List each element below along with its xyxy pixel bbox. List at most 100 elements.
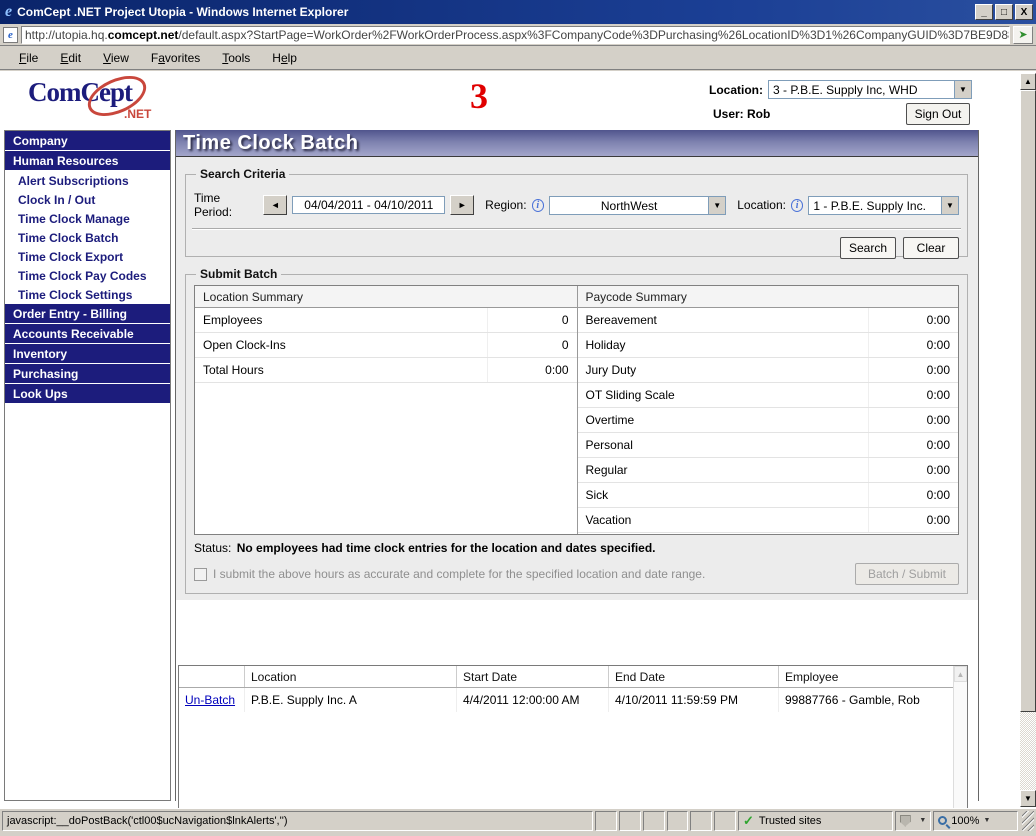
certify-row: I submit the above hours as accurate and…: [194, 563, 959, 585]
resize-grip[interactable]: [1022, 811, 1034, 831]
certify-text: I submit the above hours as accurate and…: [213, 567, 849, 581]
menu-file[interactable]: File: [8, 48, 49, 68]
address-input[interactable]: http://utopia.hq.comcept.net/default.asp…: [21, 26, 1010, 44]
page-icon: e: [3, 27, 18, 43]
clear-button[interactable]: Clear: [903, 237, 959, 259]
header-location-value: 3 - P.B.E. Supply Inc, WHD: [769, 81, 954, 98]
search-location-label: Location:: [737, 198, 786, 212]
menu-help[interactable]: Help: [261, 48, 308, 68]
ie-icon: e: [5, 3, 12, 21]
column-header-end: End Date: [609, 666, 779, 687]
sidebar-item-time-clock-manage[interactable]: Time Clock Manage: [5, 209, 170, 228]
sidebar-item-order-entry-billing[interactable]: Order Entry - Billing: [5, 304, 170, 324]
paycode-summary-column: Paycode Summary Bereavement 0:00 Holiday…: [577, 286, 959, 534]
statusbar-panel: [619, 811, 641, 831]
menu-tools[interactable]: Tools: [211, 48, 261, 68]
cell-end-date: 4/10/2011 11:59:59 PM: [609, 688, 779, 712]
minimize-button[interactable]: _: [975, 4, 993, 20]
location-summary-column: Location Summary Employees 0 Open Clock-…: [195, 286, 577, 534]
menu-view[interactable]: View: [92, 48, 140, 68]
summary-table: Location Summary Employees 0 Open Clock-…: [194, 285, 959, 535]
submit-batch-legend: Submit Batch: [196, 267, 281, 281]
window-title: ComCept .NET Project Utopia - Windows In…: [17, 5, 973, 19]
prev-period-button[interactable]: ◄: [263, 195, 287, 215]
search-button[interactable]: Search: [840, 237, 896, 259]
summary-row: Personal 0:00: [578, 433, 959, 458]
chevron-down-icon[interactable]: ▼: [941, 197, 958, 214]
step-marker: 3: [470, 75, 488, 117]
summary-row: Holiday 0:00: [578, 333, 959, 358]
certify-checkbox[interactable]: [194, 568, 207, 581]
sidebar-item-look-ups[interactable]: Look Ups: [5, 384, 170, 404]
time-period-input[interactable]: [292, 196, 445, 214]
comcept-logo: ComCept .NET: [28, 77, 178, 127]
logo-net-label: .NET: [124, 107, 151, 121]
search-location-select[interactable]: 1 - P.B.E. Supply Inc. ▼: [808, 196, 959, 215]
page-title: Time Clock Batch: [176, 130, 978, 157]
main-panel: Time Clock Batch Search Criteria Time Pe…: [175, 130, 979, 801]
cell-start-date: 4/4/2011 12:00:00 AM: [457, 688, 609, 712]
status-line: Status: No employees had time clock entr…: [194, 541, 959, 555]
table-scroll-up-icon[interactable]: ▲: [954, 666, 967, 682]
page-scrollbar[interactable]: ▲ ▼: [1020, 73, 1036, 807]
chevron-down-icon[interactable]: ▼: [708, 197, 725, 214]
sidebar-item-accounts-receivable[interactable]: Accounts Receivable: [5, 324, 170, 344]
scroll-thumb[interactable]: [1020, 90, 1036, 712]
sidebar-item-time-clock-pay-codes[interactable]: Time Clock Pay Codes: [5, 266, 170, 285]
cell-employee: 99887766 - Gamble, Rob: [779, 688, 967, 712]
scroll-down-icon[interactable]: ▼: [1020, 790, 1036, 807]
sidebar-item-company[interactable]: Company: [5, 131, 170, 151]
summary-row: Total Hours 0:00: [195, 358, 577, 383]
statusbar-link-text: javascript:__doPostBack('ctl00$ucNavigat…: [2, 811, 593, 831]
table-row: Un-Batch P.B.E. Supply Inc. A 4/4/2011 1…: [179, 688, 967, 712]
column-header-start: Start Date: [457, 666, 609, 687]
summary-row: Overtime 0:00: [578, 408, 959, 433]
sidebar-item-clock-in-out[interactable]: Clock In / Out: [5, 190, 170, 209]
zoom-level: 100%: [951, 815, 979, 827]
region-select[interactable]: NorthWest ▼: [549, 196, 726, 215]
summary-row: Regular 0:00: [578, 458, 959, 483]
summary-row: Vacation 0:00: [578, 508, 959, 533]
maximize-button[interactable]: □: [995, 4, 1013, 20]
magnifier-icon: [938, 816, 947, 825]
check-icon: ✓: [743, 813, 754, 829]
next-period-button[interactable]: ►: [450, 195, 474, 215]
title-bar: e ComCept .NET Project Utopia - Windows …: [0, 0, 1036, 24]
statusbar-panel: [643, 811, 665, 831]
sidebar-item-time-clock-export[interactable]: Time Clock Export: [5, 247, 170, 266]
location-label: Location:: [709, 83, 763, 97]
sidebar-item-time-clock-batch[interactable]: Time Clock Batch: [5, 228, 170, 247]
logo-text: ComCept: [28, 77, 132, 107]
close-button[interactable]: X: [1015, 4, 1033, 20]
user-label: User: Rob: [713, 107, 770, 121]
zoom-panel[interactable]: 100% ▼: [933, 811, 1018, 831]
statusbar-panel: [595, 811, 617, 831]
menu-edit[interactable]: Edit: [49, 48, 92, 68]
sidebar-nav: Company Human Resources Alert Subscripti…: [4, 130, 171, 801]
status-bar: javascript:__doPostBack('ctl00$ucNavigat…: [0, 808, 1036, 836]
statusbar-panel: [690, 811, 712, 831]
summary-row: Employees 0: [195, 308, 577, 333]
trusted-sites-panel: ✓ Trusted sites: [738, 811, 893, 831]
sidebar-item-human-resources[interactable]: Human Resources: [5, 151, 170, 171]
batch-submit-button[interactable]: Batch / Submit: [855, 563, 959, 585]
sidebar-item-time-clock-settings[interactable]: Time Clock Settings: [5, 285, 170, 304]
header-location-select[interactable]: 3 - P.B.E. Supply Inc, WHD ▼: [768, 80, 972, 99]
sidebar-item-alert-subscriptions[interactable]: Alert Subscriptions: [5, 171, 170, 190]
location-info-icon[interactable]: i: [791, 199, 803, 212]
protection-panel[interactable]: ▼: [895, 811, 932, 831]
summary-row: Sick 0:00: [578, 483, 959, 508]
un-batch-link[interactable]: Un-Batch: [185, 693, 235, 707]
sidebar-item-inventory[interactable]: Inventory: [5, 344, 170, 364]
go-button-icon[interactable]: ➤: [1013, 26, 1033, 44]
url-domain: comcept.net: [108, 28, 179, 42]
sidebar-item-purchasing[interactable]: Purchasing: [5, 364, 170, 384]
menu-bar: File Edit View Favorites Tools Help: [0, 47, 1036, 70]
menu-favorites[interactable]: Favorites: [140, 48, 211, 68]
scroll-up-icon[interactable]: ▲: [1020, 73, 1036, 90]
sign-out-button[interactable]: Sign Out: [906, 103, 970, 125]
region-info-icon[interactable]: i: [532, 199, 544, 212]
chevron-down-icon[interactable]: ▼: [954, 81, 971, 98]
search-criteria-fieldset: Search Criteria Time Period: ◄ ► Region:…: [185, 167, 968, 257]
url-rest: /default.aspx?StartPage=WorkOrder%2FWork…: [178, 28, 1010, 42]
